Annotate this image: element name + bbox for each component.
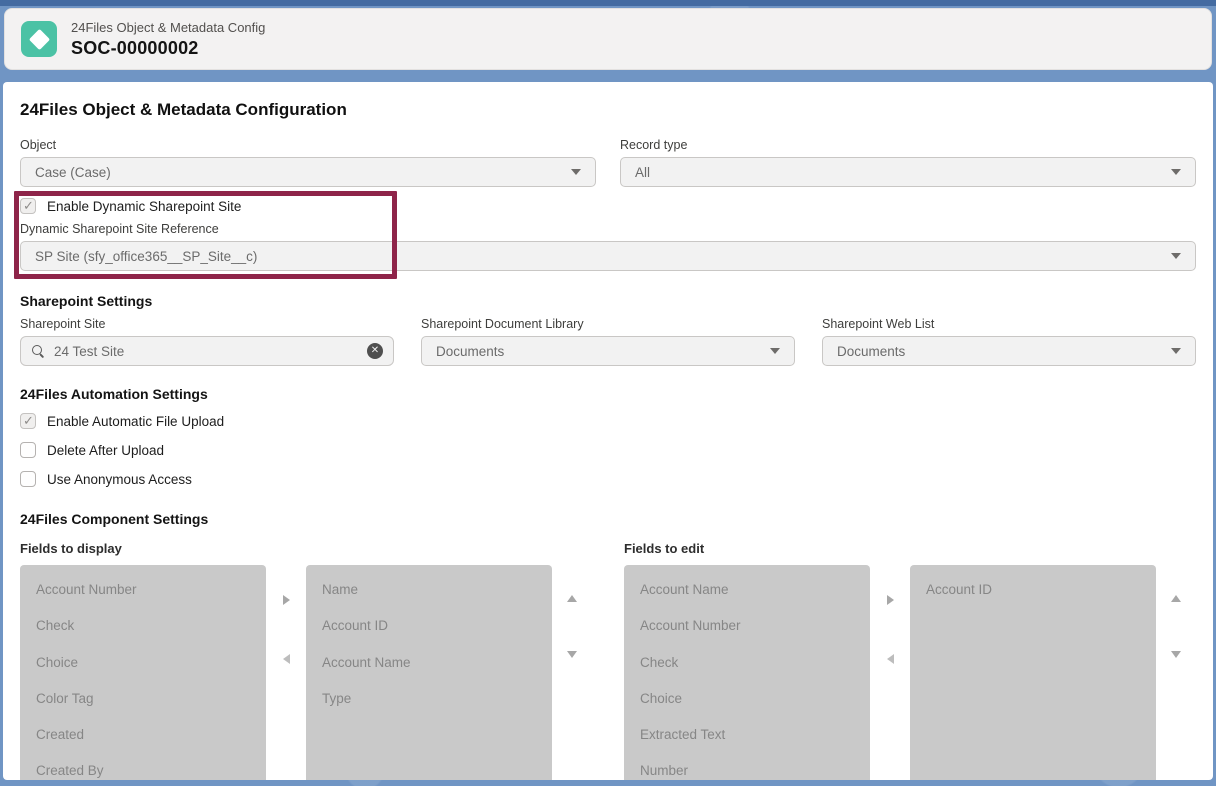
delete-after-upload-label: Delete After Upload [47, 443, 164, 458]
sharepoint-site-search[interactable]: ✕ [20, 336, 394, 366]
list-option[interactable]: Check [624, 645, 870, 681]
auto-upload-label: Enable Automatic File Upload [47, 414, 224, 429]
object-select[interactable]: Case (Case) [20, 157, 596, 187]
fields-to-edit-picker: Account NameAccount NumberCheckChoiceExt… [624, 565, 1196, 780]
dynamic-site-reference-select[interactable]: SP Site (sfy_office365__SP_Site__c) [20, 241, 1196, 271]
automation-settings-heading: 24Files Automation Settings [20, 386, 1196, 402]
list-option[interactable]: Account Name [624, 572, 870, 608]
delete-after-upload-checkbox[interactable] [20, 442, 36, 458]
enable-dynamic-site-checkbox[interactable] [20, 198, 36, 214]
move-up-icon[interactable] [567, 595, 577, 602]
list-option[interactable]: Choice [624, 681, 870, 717]
app-icon [21, 21, 57, 57]
search-icon [31, 344, 45, 358]
object-label: Object [20, 138, 596, 152]
list-option[interactable]: Account Number [20, 572, 266, 608]
move-down-icon[interactable] [1171, 651, 1181, 658]
list-option[interactable]: Account Name [306, 645, 552, 681]
sharepoint-site-label: Sharepoint Site [20, 317, 394, 331]
document-library-select[interactable]: Documents [421, 336, 795, 366]
top-edge-strip [0, 0, 1216, 6]
sharepoint-site-input[interactable] [54, 344, 367, 359]
record-title: SOC-00000002 [71, 37, 265, 59]
list-option[interactable]: Type [306, 681, 552, 717]
dynamic-site-reference-label: Dynamic Sharepoint Site Reference [20, 222, 1196, 236]
list-option[interactable]: Color Tag [20, 681, 266, 717]
move-down-icon[interactable] [567, 651, 577, 658]
chevron-down-icon [1171, 169, 1181, 175]
page-title: 24Files Object & Metadata Configuration [20, 100, 1196, 120]
record-type-select-value: All [635, 165, 1163, 180]
list-option[interactable]: Name [306, 572, 552, 608]
web-list-label: Sharepoint Web List [822, 317, 1196, 331]
list-option[interactable]: Check [20, 608, 266, 644]
diamond-icon [28, 28, 49, 49]
fields-to-display-label: Fields to display [20, 541, 592, 556]
fields-to-edit-available-list: Account NameAccount NumberCheckChoiceExt… [624, 565, 870, 780]
web-list-select[interactable]: Documents [822, 336, 1196, 366]
list-option[interactable]: Number [624, 753, 870, 780]
list-option[interactable]: Extracted Text [624, 717, 870, 753]
chevron-down-icon [1171, 253, 1181, 259]
fields-to-edit-label: Fields to edit [624, 541, 1196, 556]
component-settings-heading: 24Files Component Settings [20, 511, 1196, 527]
chevron-down-icon [1171, 348, 1181, 354]
list-option[interactable]: Account ID [306, 608, 552, 644]
web-list-value: Documents [837, 344, 1163, 359]
anonymous-access-checkbox[interactable] [20, 471, 36, 487]
document-library-label: Sharepoint Document Library [421, 317, 795, 331]
chevron-down-icon [770, 348, 780, 354]
move-right-icon[interactable] [887, 595, 894, 605]
move-up-icon[interactable] [1171, 595, 1181, 602]
enable-dynamic-site-label: Enable Dynamic Sharepoint Site [47, 199, 241, 214]
record-header: 24Files Object & Metadata Config SOC-000… [4, 8, 1212, 70]
clear-icon[interactable]: ✕ [367, 343, 383, 359]
fields-to-display-available-list: Account NumberCheckChoiceColor TagCreate… [20, 565, 266, 780]
list-option[interactable]: Choice [20, 645, 266, 681]
list-option[interactable]: Account ID [910, 572, 1156, 608]
record-type-select[interactable]: All [620, 157, 1196, 187]
object-select-value: Case (Case) [35, 165, 563, 180]
config-panel: 24Files Object & Metadata Configuration … [3, 82, 1213, 780]
fields-to-edit-selected-list: Account ID [910, 565, 1156, 780]
dynamic-site-reference-value: SP Site (sfy_office365__SP_Site__c) [35, 249, 1163, 264]
entity-label: 24Files Object & Metadata Config [71, 20, 265, 36]
sharepoint-settings-heading: Sharepoint Settings [20, 293, 1196, 309]
auto-upload-checkbox[interactable] [20, 413, 36, 429]
anonymous-access-label: Use Anonymous Access [47, 472, 192, 487]
fields-to-display-picker: Account NumberCheckChoiceColor TagCreate… [20, 565, 592, 780]
chevron-down-icon [571, 169, 581, 175]
list-option[interactable]: Account Number [624, 608, 870, 644]
move-left-icon[interactable] [887, 654, 894, 664]
list-option[interactable]: Created By [20, 753, 266, 780]
list-option[interactable]: Created [20, 717, 266, 753]
record-type-label: Record type [620, 138, 1196, 152]
move-right-icon[interactable] [283, 595, 290, 605]
document-library-value: Documents [436, 344, 762, 359]
move-left-icon[interactable] [283, 654, 290, 664]
fields-to-display-selected-list: NameAccount IDAccount NameType [306, 565, 552, 780]
